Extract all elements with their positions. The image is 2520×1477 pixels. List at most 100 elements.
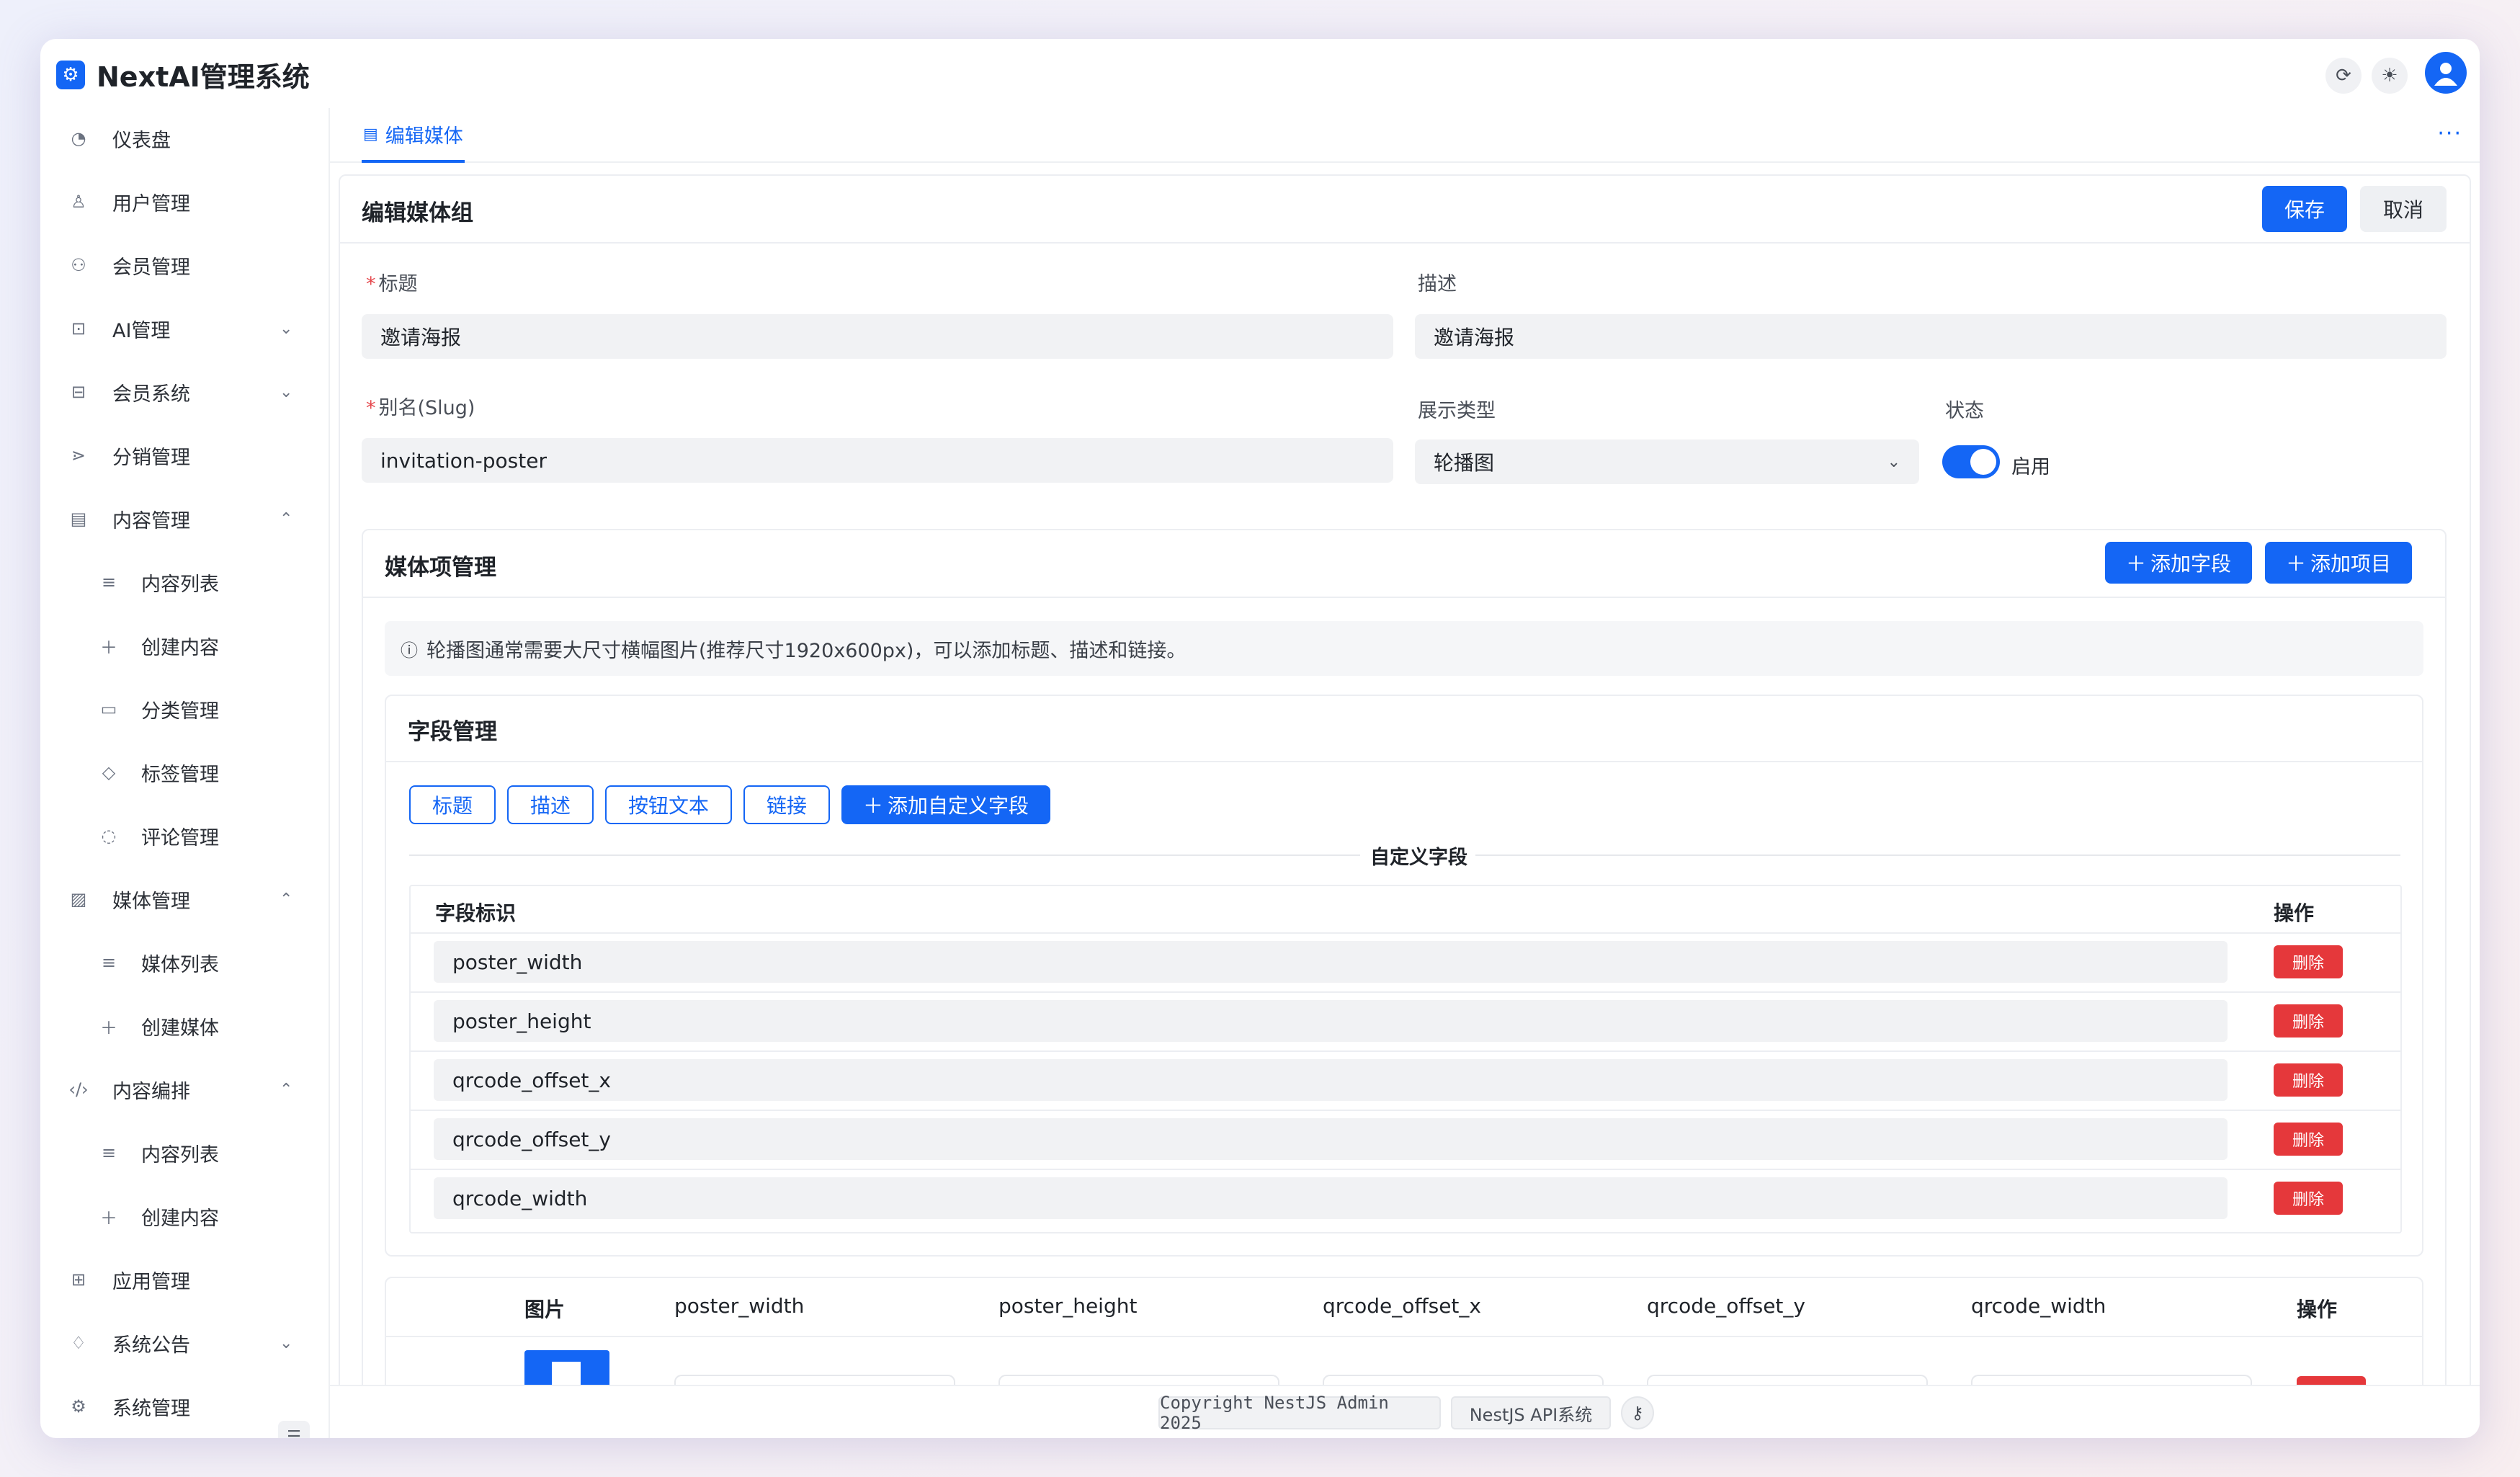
sidebar-item-media-list[interactable]: ≡ 媒体列表	[40, 937, 330, 989]
sidebar-item-announcements[interactable]: ♢ 系统公告 ⌄	[40, 1317, 330, 1369]
sidebar-item-content[interactable]: ▤ 内容管理 ⌃	[40, 493, 330, 545]
sidebar-item-label: 系统公告	[112, 1334, 190, 1357]
sidebar-item-create-content[interactable]: ＋ 创建内容	[40, 620, 330, 671]
thumbnail-placeholder-icon	[552, 1362, 581, 1385]
qrcode-offset-x-input[interactable]	[1323, 1375, 1604, 1385]
settings-icon: ⚙	[71, 1396, 86, 1416]
sidebar-item-label: AI管理	[112, 319, 171, 342]
sidebar-item-comments[interactable]: ◌ 评论管理	[40, 810, 330, 862]
add-field-label: 添加字段	[2150, 552, 2232, 576]
field-management-header: 字段管理	[386, 696, 2422, 762]
tab-label: 编辑媒体	[385, 125, 463, 148]
sidebar-item-label: 内容列表	[141, 573, 219, 596]
title-input[interactable]: 邀请海报	[362, 314, 1393, 359]
more-icon[interactable]: ···	[2437, 121, 2462, 146]
column-header-qrcode-offset-y: qrcode_offset_y	[1647, 1294, 1805, 1318]
row-divider	[411, 1050, 2400, 1052]
app-logo-icon: ⚙	[56, 61, 85, 89]
app-title: NextAI管理系统	[97, 61, 310, 93]
column-header-key: 字段标识	[435, 901, 517, 925]
sidebar-item-membership[interactable]: ⊟ 会员系统 ⌄	[40, 366, 330, 418]
row-divider	[411, 991, 2400, 993]
tip-bar: ⓘ 轮播图通常需要大尺寸横幅图片(推荐尺寸1920x600px)，可以添加标题、…	[385, 621, 2423, 676]
add-custom-field-button[interactable]: ＋添加自定义字段	[841, 785, 1050, 824]
chevron-down-icon: ⌄	[1887, 452, 1900, 471]
add-field-button[interactable]: ＋添加字段	[2105, 542, 2252, 584]
save-button[interactable]: 保存	[2262, 186, 2347, 232]
gift-icon: ⊟	[71, 382, 86, 402]
status-label: 状态	[1945, 400, 1984, 422]
code-icon: ‹/›	[68, 1079, 89, 1099]
bell-icon: ♢	[71, 1333, 86, 1353]
sidebar-item-create-media[interactable]: ＋ 创建媒体	[40, 1000, 330, 1052]
sidebar-item-label: 分类管理	[141, 700, 219, 723]
delete-button[interactable]	[2297, 1376, 2366, 1385]
display-type-value: 轮播图	[1434, 451, 1495, 475]
custom-fields-title: 自定义字段	[1370, 847, 1467, 869]
sidebar-item-label: 仪表盘	[112, 129, 171, 152]
delete-button[interactable]: 删除	[2274, 1004, 2343, 1038]
sidebar-item-members[interactable]: ⚇ 会员管理	[40, 239, 330, 291]
display-type-label: 展示类型	[1418, 400, 1496, 422]
preset-field-description-button[interactable]: 描述	[507, 785, 594, 824]
preset-field-button-text-button[interactable]: 按钮文本	[605, 785, 732, 824]
row-divider	[411, 1110, 2400, 1111]
media-items-card: 媒体项管理 ＋添加字段 ＋添加项目 ⓘ 轮播图通常需要大尺寸横幅图片(推荐尺寸1…	[362, 529, 2447, 1385]
divider-line	[1475, 854, 2400, 856]
sidebar-item-label: 媒体管理	[112, 890, 190, 913]
field-key-input[interactable]: qrcode_offset_x	[434, 1059, 2228, 1101]
delete-button[interactable]: 删除	[2274, 1063, 2343, 1097]
sidebar-item-apps[interactable]: ⊞ 应用管理	[40, 1254, 330, 1306]
cancel-button[interactable]: 取消	[2360, 186, 2447, 232]
sidebar-item-layout-list[interactable]: ≡ 内容列表	[40, 1127, 330, 1179]
collapse-sidebar-icon[interactable]: ☰	[278, 1421, 310, 1438]
field-key-input[interactable]: qrcode_width	[434, 1177, 2228, 1219]
key-icon[interactable]: ⚷	[1621, 1396, 1654, 1429]
sidebar-item-content-list[interactable]: ≡ 内容列表	[40, 556, 330, 608]
sidebar-item-categories[interactable]: ▭ 分类管理	[40, 683, 330, 735]
sidebar-item-users[interactable]: ♙ 用户管理	[40, 176, 330, 228]
poster-width-input[interactable]	[674, 1375, 955, 1385]
sidebar-item-dashboard[interactable]: ◔ 仪表盘	[40, 112, 330, 164]
preset-field-link-button[interactable]: 链接	[743, 785, 830, 824]
custom-fields-table: 字段标识 操作 poster_width 删除 poster_height 删除	[409, 885, 2402, 1233]
sidebar-item-label: 系统管理	[112, 1397, 190, 1420]
sidebar-item-distribution[interactable]: ⋗ 分销管理	[40, 429, 330, 481]
field-management-title: 字段管理	[408, 719, 497, 745]
slug-input[interactable]: invitation-poster	[362, 438, 1393, 483]
field-key-input[interactable]: poster_width	[434, 941, 2228, 983]
add-item-button[interactable]: ＋添加项目	[2265, 542, 2412, 584]
plus-icon: ＋	[2285, 552, 2306, 576]
sidebar-item-ai[interactable]: ⊡ AI管理 ⌄	[40, 303, 330, 354]
field-management-card: 字段管理 标题 描述 按钮文本 链接 ＋添加自定义字段 自定义字段 字段标识 操…	[385, 695, 2423, 1257]
footer: Copyright NestJS Admin 2025 NestJS API系统…	[330, 1385, 2480, 1438]
status-toggle[interactable]	[1942, 445, 2000, 478]
tab-bar: ▤ 编辑媒体 ···	[330, 108, 2480, 163]
theme-toggle-icon[interactable]: ☀	[2372, 58, 2408, 94]
delete-button[interactable]: 删除	[2274, 1123, 2343, 1156]
sidebar-item-tags[interactable]: ◇ 标签管理	[40, 746, 330, 798]
avatar[interactable]	[2425, 52, 2467, 94]
qrcode-offset-y-input[interactable]	[1647, 1375, 1928, 1385]
sidebar-item-media[interactable]: ▨ 媒体管理 ⌃	[40, 873, 330, 925]
sidebar-item-layout-create[interactable]: ＋ 创建内容	[40, 1190, 330, 1242]
poster-height-input[interactable]	[998, 1375, 1279, 1385]
field-key-input[interactable]: qrcode_offset_y	[434, 1118, 2228, 1160]
display-type-select[interactable]: 轮播图 ⌄	[1415, 439, 1919, 484]
preset-field-title-button[interactable]: 标题	[409, 785, 496, 824]
card-title: 编辑媒体组	[362, 200, 473, 226]
api-link[interactable]: NestJS API系统	[1451, 1396, 1611, 1429]
refresh-icon[interactable]: ⟳	[2325, 58, 2362, 94]
description-input[interactable]: 邀请海报	[1415, 314, 2447, 359]
folder-icon: ▭	[100, 699, 117, 719]
tab-edit-media[interactable]: ▤ 编辑媒体	[362, 108, 465, 163]
sidebar-item-label: 标签管理	[141, 763, 219, 786]
slug-label-text: 别名(Slug)	[378, 397, 475, 419]
sidebar-item-layout[interactable]: ‹/› 内容编排 ⌃	[40, 1063, 330, 1115]
media-thumbnail[interactable]	[524, 1350, 609, 1385]
field-key-input[interactable]: poster_height	[434, 1000, 2228, 1042]
delete-button[interactable]: 删除	[2274, 1182, 2343, 1215]
chevron-down-icon: ⌄	[280, 1334, 293, 1352]
qrcode-width-input[interactable]	[1971, 1375, 2252, 1385]
delete-button[interactable]: 删除	[2274, 945, 2343, 978]
